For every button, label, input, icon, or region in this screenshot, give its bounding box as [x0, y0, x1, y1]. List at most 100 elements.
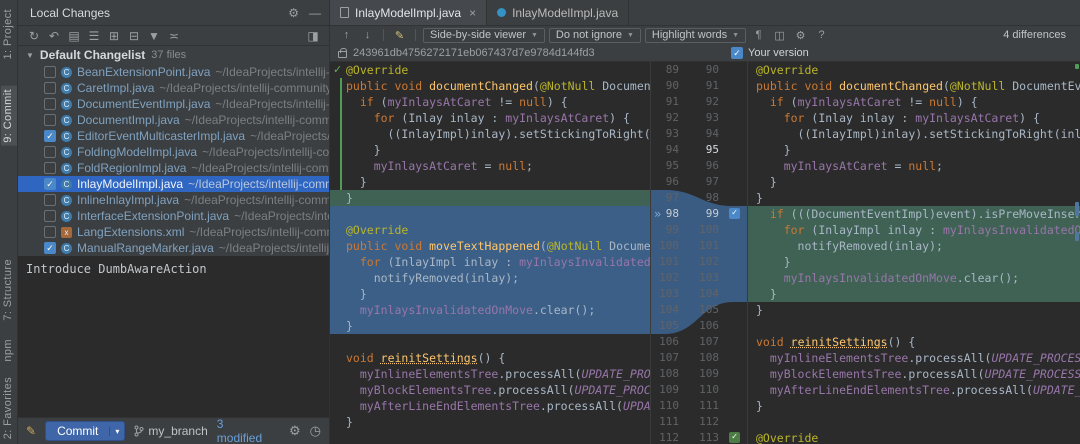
error-stripe-mark[interactable]	[1075, 64, 1079, 69]
file-row[interactable]: C DocumentEventImpl.java ~/IdeaProjects/in…	[18, 96, 329, 112]
left-line-number: 105	[659, 319, 679, 332]
next-change-icon[interactable]: ↓	[359, 29, 376, 41]
right-line-number: 95	[705, 143, 719, 156]
file-checkbox[interactable]	[44, 114, 56, 126]
right-line-number: 112	[699, 415, 719, 428]
expand-all-icon[interactable]: ⊞	[104, 27, 124, 45]
tool-window-button-npm[interactable]: npm	[1, 336, 17, 365]
file-checkbox[interactable]	[44, 98, 56, 110]
tool-window-button-project[interactable]: 1: Project	[1, 6, 17, 62]
file-row[interactable]: ✓ C InlayModelImpl.java ~/IdeaProjects/inte…	[18, 176, 329, 192]
highlight-policy-dropdown[interactable]: Highlight words ▼	[644, 27, 747, 43]
previous-change-icon[interactable]: ↑	[338, 29, 355, 41]
gutter-row: 90 91	[651, 78, 747, 94]
right-line-number: 96	[705, 159, 719, 172]
include-change-checkbox[interactable]: ✓	[729, 208, 740, 219]
file-row[interactable]: C InlineInlayImpl.java ~/IdeaProjects/inte…	[18, 192, 329, 208]
code-line: ((InlayImpl)inlay).setStickingToRight(in…	[756, 127, 1080, 141]
file-checkbox[interactable]: ✓	[44, 178, 56, 190]
commit-dropdown-button[interactable]: ▾	[109, 426, 124, 436]
java-file-icon: C	[61, 162, 72, 174]
file-checkbox[interactable]	[44, 162, 56, 174]
file-row[interactable]: ✓ C ManualRangeMarker.java ~/IdeaProjects/i…	[18, 240, 329, 256]
file-row[interactable]: ✓ C EditorEventMulticasterImpl.java ~/IdeaP…	[18, 128, 329, 144]
code-line: }	[748, 254, 1080, 270]
file-checkbox[interactable]	[44, 82, 56, 94]
history-clock-icon[interactable]: ◷	[310, 423, 321, 439]
file-row[interactable]: x LangExtensions.xml ~/IdeaProjects/intell…	[18, 224, 329, 240]
file-row[interactable]: C FoldingModelImpl.java ~/IdeaProjects/int…	[18, 144, 329, 160]
ignore-policy-dropdown[interactable]: Do not ignore ▼	[548, 27, 641, 43]
gutter-row: 110 111	[651, 398, 747, 414]
code-line: @Override	[330, 222, 650, 238]
file-checkbox[interactable]	[44, 66, 56, 78]
expander-icon[interactable]: ▼	[26, 51, 34, 60]
left-line-number: 107	[659, 351, 679, 364]
java-file-icon: C	[61, 194, 72, 206]
editor-tab-bar: InlayModelImpl.java × InlayModelImpl.jav…	[330, 0, 1080, 26]
file-path: ~/IdeaProjects/intellij-community	[218, 241, 329, 255]
tab-inlaymodelimpl[interactable]: InlayModelImpl.java	[487, 0, 630, 25]
code-line: myAfterLineEndElementsTree.processAll(UP…	[359, 399, 650, 413]
file-checkbox[interactable]: ✓	[44, 130, 56, 142]
error-stripe-mark[interactable]	[1075, 202, 1079, 216]
close-icon[interactable]: ×	[469, 6, 476, 20]
collapse-all-icon[interactable]: ⊟	[124, 27, 144, 45]
left-line-number: 109	[659, 383, 679, 396]
commit-message-editor[interactable]: Introduce DumbAwareAction	[18, 256, 329, 418]
branch-icon	[134, 425, 144, 437]
gutter-row: 105 106	[651, 318, 747, 334]
code-line: }	[330, 190, 650, 206]
file-row[interactable]: C DocumentImpl.java ~/IdeaProjects/intelli…	[18, 112, 329, 128]
file-row[interactable]: C FoldRegionImpl.java ~/IdeaProjects/intel…	[18, 160, 329, 176]
file-name: CaretImpl.java	[77, 81, 155, 95]
viewer-mode-dropdown[interactable]: Side-by-side viewer ▼	[423, 27, 545, 43]
help-icon[interactable]: ?	[813, 29, 830, 41]
collapse-unchanged-icon[interactable]: ◫	[771, 29, 788, 42]
filter-icon[interactable]: ▼	[144, 27, 164, 45]
code-line: myInlaysAtCaret = null;	[373, 159, 533, 173]
hide-panel-icon[interactable]: —	[309, 6, 321, 20]
change-included-icon: ✓	[333, 64, 343, 76]
file-checkbox[interactable]	[44, 210, 56, 222]
include-file-checkbox[interactable]: ✓	[731, 46, 743, 59]
java-file-icon: C	[61, 210, 72, 222]
view-options-icon[interactable]: ⚙	[288, 6, 299, 20]
left-line-number: 97	[665, 191, 679, 204]
commit-footer: ✎ Commit ▾ my_branch 3 modified ⚙ ◷	[18, 417, 329, 444]
right-line-number: 102	[699, 255, 719, 268]
branch-widget[interactable]: my_branch	[134, 424, 208, 438]
tab-inlaymodelimpl-diff[interactable]: InlayModelImpl.java ×	[330, 0, 488, 25]
file-row[interactable]: C BeanExtensionPoint.java ~/IdeaProjects/i…	[18, 64, 329, 80]
file-checkbox[interactable]	[44, 226, 56, 238]
diff-left-pane[interactable]: ✓ @Override public void documentChanged(@…	[330, 62, 650, 444]
file-checkbox[interactable]: ✓	[44, 242, 56, 254]
settings-gear-icon[interactable]: ⚙	[289, 423, 301, 439]
whitespace-icon[interactable]: ¶	[750, 29, 767, 41]
tool-window-button-structure[interactable]: 7: Structure	[1, 256, 17, 324]
error-stripe-mark[interactable]	[1075, 232, 1079, 241]
changelist-icon[interactable]: ▤	[64, 27, 84, 45]
file-row[interactable]: C InterfaceExtensionPoint.java ~/IdeaProje…	[18, 208, 329, 224]
compare-icon[interactable]: ≍	[164, 27, 184, 45]
refresh-icon[interactable]: ↻	[24, 27, 44, 45]
apply-change-icon[interactable]: »	[654, 206, 661, 222]
edit-message-icon[interactable]: ✎	[26, 424, 36, 438]
preview-diff-icon[interactable]: ◨	[303, 27, 323, 45]
lock-icon	[338, 47, 347, 58]
diff-settings-gear-icon[interactable]: ⚙	[792, 29, 809, 42]
file-checkbox[interactable]	[44, 146, 56, 158]
rollback-icon[interactable]: ↶	[44, 27, 64, 45]
tool-window-button-commit[interactable]: 9: Commit	[1, 86, 17, 146]
diff-right-pane[interactable]: @Override public void documentChanged(@No…	[748, 62, 1080, 444]
tool-window-button-favorites[interactable]: 2: Favorites	[1, 374, 17, 442]
edit-source-icon[interactable]: ✎	[391, 29, 408, 42]
left-line-number: 108	[659, 367, 679, 380]
commit-button[interactable]: Commit	[46, 424, 109, 438]
file-path: ~/IdeaProjects/intellij-community	[191, 161, 329, 175]
changelist-row[interactable]: ▼ Default Changelist 37 files	[18, 46, 329, 64]
file-checkbox[interactable]	[44, 194, 56, 206]
file-row[interactable]: C CaretImpl.java ~/IdeaProjects/intellij-c…	[18, 80, 329, 96]
include-change-checkbox[interactable]: ✓	[729, 432, 740, 443]
group-by-icon[interactable]: ☰	[84, 27, 104, 45]
